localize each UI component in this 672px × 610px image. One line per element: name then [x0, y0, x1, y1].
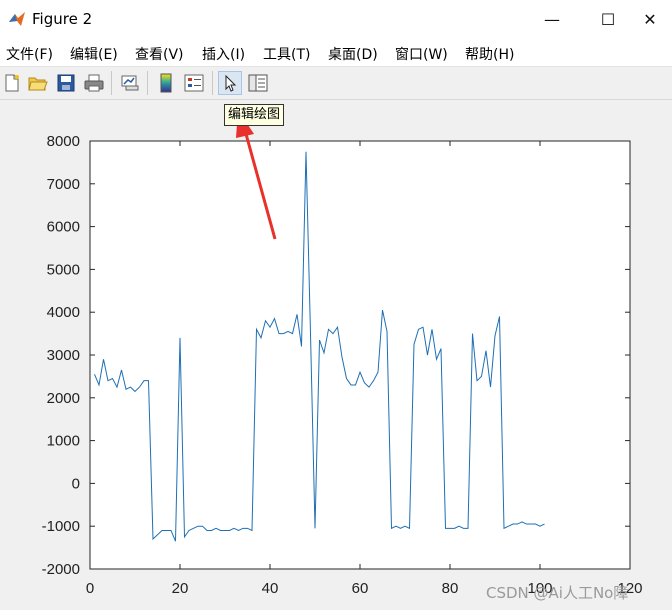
x-tick-label: 0 — [86, 580, 94, 597]
x-tick-label: 40 — [262, 580, 279, 597]
x-tick-label: 60 — [352, 580, 369, 597]
y-tick-label: 8000 — [47, 133, 80, 150]
x-tick-label: 80 — [442, 580, 459, 597]
plot-canvas: -2000 -1000 0 1000 2000 3000 4000 5000 6000 7000 8… — [42, 110, 643, 597]
y-tick-label: 3000 — [47, 347, 80, 364]
watermark-text: CSDN @Ai人工No障 — [486, 584, 629, 602]
x-tick-label: 20 — [172, 580, 189, 597]
y-tick-label: 2000 — [47, 390, 80, 407]
axes-background[interactable] — [90, 141, 630, 569]
y-tick-label: 4000 — [47, 304, 80, 321]
y-tick-label: -2000 — [42, 561, 80, 578]
y-tick-label: 1000 — [47, 433, 80, 450]
y-tick-label: 6000 — [47, 219, 80, 236]
y-tick-label: 7000 — [47, 176, 80, 193]
y-tick-label: 0 — [72, 475, 80, 492]
edit-plot-tooltip: 编辑绘图 — [224, 104, 285, 126]
y-tick-label: -1000 — [42, 518, 80, 535]
y-tick-label: 5000 — [47, 261, 80, 278]
